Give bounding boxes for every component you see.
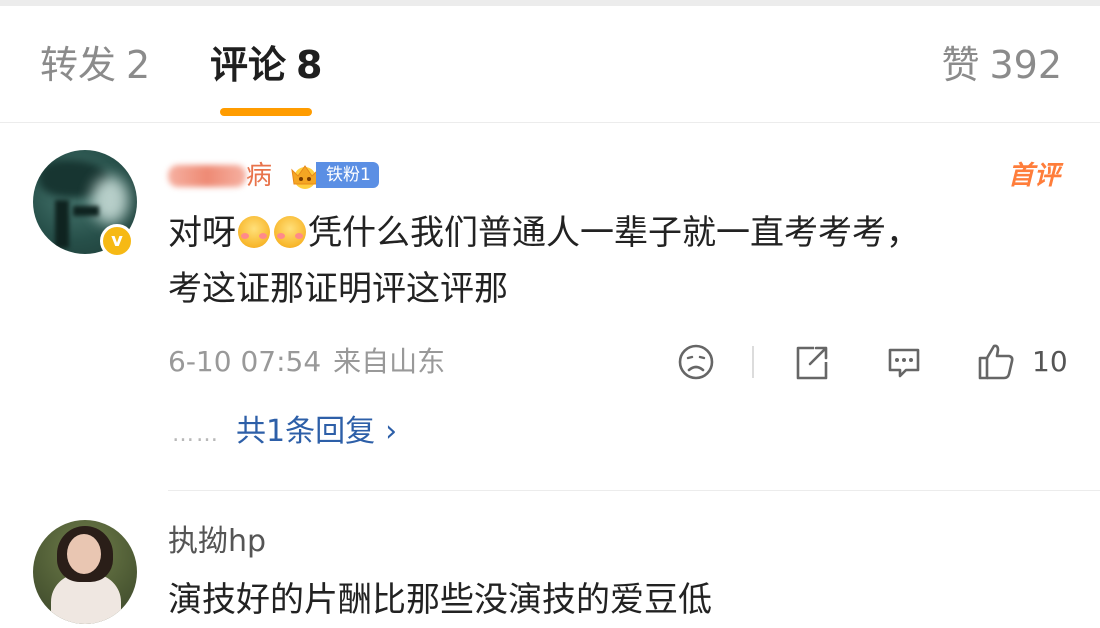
tab-likes[interactable]: 赞 392 [941,42,1062,88]
chevron-right-icon: › [385,414,398,449]
action-divider [752,346,754,378]
comment-username[interactable]: 执拗hp [168,520,266,564]
share-icon [796,346,828,380]
tab-bar: 转发 2 评论 8 赞 392 [0,6,1100,123]
tab-likes-label: 赞 [941,43,980,87]
comment-time: 6-10 07:54 [168,345,322,378]
blurred-username [168,165,246,187]
fan-badge-label: 铁粉1 [316,162,379,188]
replies-link-label: 共1条回复 [236,414,376,449]
like-icon [978,344,1014,380]
active-tab-indicator [220,108,312,116]
share-button[interactable] [792,340,832,384]
tab-repost-label: 转发 [40,43,117,87]
avatar[interactable] [33,520,137,624]
comment-text: 对呀 凭什么我们普通人一辈子就一直考考考， 考这证那证明评这评那 [168,205,1068,317]
tab-comments[interactable]: 评论 8 [210,42,322,88]
tab-repost-count: 2 [126,43,151,87]
comment-icon [888,348,920,378]
comment-text: 演技好的片酬比那些没演技的爱豆低 [168,580,712,620]
comment-divider [168,490,1100,491]
tab-comments-label: 评论 [210,43,287,87]
comment-text-line2: 考这证那证明评这评那 [168,269,508,309]
comment-location: 来自山东 [333,345,446,378]
comment-username[interactable]: 病 [168,158,272,194]
tab-comments-count: 8 [296,43,323,87]
comment-text-part2: 凭什么我们普通人一辈子就一直考考考， [308,213,920,253]
first-comment-tag: 首评 [1007,161,1060,191]
like-button[interactable]: 10 [976,340,1068,384]
tab-repost[interactable]: 转发 2 [40,42,150,88]
comment-text-part1: 对呀 [168,213,236,253]
dislike-button[interactable] [676,340,716,384]
username-visible: 病 [246,161,273,191]
replies-link[interactable]: …… 共1条回复 › [172,410,397,454]
like-count: 10 [1032,345,1068,378]
emoji-icon [274,216,306,248]
verified-mark: v [111,230,123,251]
comment-button[interactable] [884,340,924,384]
emoji-icon [238,216,270,248]
dislike-icon [678,344,714,380]
verified-badge: v [100,224,134,258]
replies-dots: …… [172,422,220,447]
tab-likes-count: 392 [989,43,1062,87]
comment-meta: 6-10 07:54 来自山东 [168,342,445,382]
